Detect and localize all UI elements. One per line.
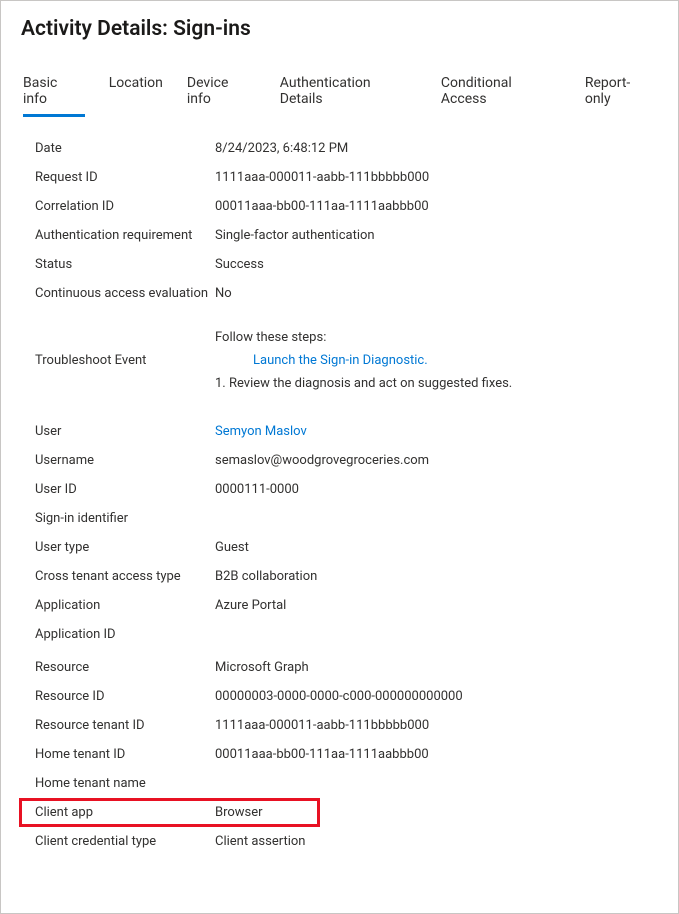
row-user-type: User type Guest <box>35 533 660 562</box>
row-signin-identifier: Sign-in identifier <box>35 504 660 533</box>
label-signin-identifier: Sign-in identifier <box>35 511 215 526</box>
details-content: Date 8/24/2023, 6:48:12 PM Request ID 11… <box>1 118 678 856</box>
tab-location[interactable]: Location <box>109 69 163 117</box>
value-date: 8/24/2023, 6:48:12 PM <box>215 141 348 156</box>
value-correlation-id: 00011aaa-bb00-111aa-1111aabbb00 <box>215 199 429 214</box>
row-cross-tenant: Cross tenant access type B2B collaborati… <box>35 562 660 591</box>
value-user-link[interactable]: Semyon Maslov <box>215 424 307 439</box>
row-auth-requirement: Authentication requirement Single-factor… <box>35 221 660 250</box>
value-cross-tenant: B2B collaboration <box>215 569 317 584</box>
row-user-id: User ID 0000111-0000 <box>35 475 660 504</box>
value-resource-tenant-id: 1111aaa-000011-aabb-111bbbbb000 <box>215 718 429 733</box>
row-username: Username semaslov@woodgrovegroceries.com <box>35 446 660 475</box>
launch-diagnostic-link[interactable]: Launch the Sign-in Diagnostic. <box>215 353 660 368</box>
label-auth-requirement: Authentication requirement <box>35 228 215 243</box>
row-application: Application Azure Portal <box>35 591 660 620</box>
tab-report-only[interactable]: Report-only <box>585 69 656 117</box>
row-client-app-highlighted: Client app Browser <box>35 798 660 827</box>
row-status: Status Success <box>35 250 660 279</box>
troubleshoot-step-1: 1. Review the diagnosis and act on sugge… <box>215 376 660 391</box>
troubleshoot-lead-text: Follow these steps: <box>215 330 660 345</box>
panel-title: Activity Details: Sign-ins <box>1 1 678 51</box>
value-client-credential-type: Client assertion <box>215 834 305 849</box>
value-user-id: 0000111-0000 <box>215 482 299 497</box>
value-username: semaslov@woodgrovegroceries.com <box>215 453 429 468</box>
label-correlation-id: Correlation ID <box>35 199 215 214</box>
value-home-tenant-id: 00011aaa-bb00-111aa-1111aabbb00 <box>215 747 429 762</box>
value-resource: Microsoft Graph <box>215 660 309 675</box>
label-user-type: User type <box>35 540 215 555</box>
label-username: Username <box>35 453 215 468</box>
tab-authentication-details[interactable]: Authentication Details <box>280 69 417 117</box>
tab-device-info[interactable]: Device info <box>187 69 256 117</box>
tab-conditional-access[interactable]: Conditional Access <box>441 69 561 117</box>
label-cross-tenant: Cross tenant access type <box>35 569 215 584</box>
row-cae: Continuous access evaluation No <box>35 279 660 308</box>
row-resource-tenant-id: Resource tenant ID 1111aaa-000011-aabb-1… <box>35 711 660 740</box>
label-home-tenant-name: Home tenant name <box>35 776 215 791</box>
label-user: User <box>35 424 215 439</box>
value-resource-id: 00000003-0000-0000-c000-000000000000 <box>215 689 463 704</box>
label-cae: Continuous access evaluation <box>35 286 215 301</box>
label-resource-id: Resource ID <box>35 689 215 704</box>
label-status: Status <box>35 257 215 272</box>
label-date: Date <box>35 141 215 156</box>
label-application-id: Application ID <box>35 627 215 642</box>
value-status: Success <box>215 257 264 272</box>
value-application: Azure Portal <box>215 598 286 613</box>
row-request-id: Request ID 1111aaa-000011-aabb-111bbbbb0… <box>35 163 660 192</box>
row-home-tenant-id: Home tenant ID 00011aaa-bb00-111aa-1111a… <box>35 740 660 769</box>
label-resource-tenant-id: Resource tenant ID <box>35 718 215 733</box>
label-client-credential-type: Client credential type <box>35 834 215 849</box>
tab-basic-info[interactable]: Basic info <box>23 69 85 117</box>
label-troubleshoot: Troubleshoot Event <box>35 353 215 368</box>
row-user: User Semyon Maslov <box>35 417 660 446</box>
row-client-credential-type: Client credential type Client assertion <box>35 827 660 856</box>
value-request-id: 1111aaa-000011-aabb-111bbbbb000 <box>215 170 429 185</box>
label-client-app: Client app <box>35 805 215 820</box>
row-date: Date 8/24/2023, 6:48:12 PM <box>35 134 660 163</box>
row-troubleshoot: Troubleshoot Event Follow these steps: L… <box>35 326 660 399</box>
troubleshoot-content: Follow these steps: Launch the Sign-in D… <box>215 330 660 391</box>
row-application-id: Application ID <box>35 620 660 649</box>
label-resource: Resource <box>35 660 215 675</box>
label-application: Application <box>35 598 215 613</box>
label-user-id: User ID <box>35 482 215 497</box>
row-resource: Resource Microsoft Graph <box>35 653 660 682</box>
row-home-tenant-name: Home tenant name <box>35 769 660 798</box>
value-cae: No <box>215 286 232 301</box>
value-user-type: Guest <box>215 540 249 555</box>
value-auth-requirement: Single-factor authentication <box>215 228 375 243</box>
label-home-tenant-id: Home tenant ID <box>35 747 215 762</box>
tabs-container: Basic info Location Device info Authenti… <box>1 51 678 118</box>
row-resource-id: Resource ID 00000003-0000-0000-c000-0000… <box>35 682 660 711</box>
row-correlation-id: Correlation ID 00011aaa-bb00-111aa-1111a… <box>35 192 660 221</box>
label-request-id: Request ID <box>35 170 215 185</box>
value-client-app: Browser <box>215 805 263 820</box>
